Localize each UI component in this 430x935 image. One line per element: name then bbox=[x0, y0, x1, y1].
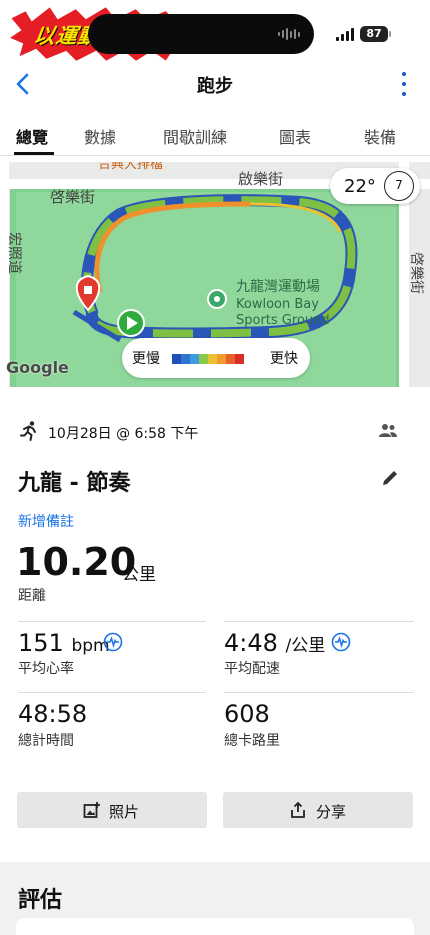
evaluation-section-title: 評估 bbox=[18, 888, 63, 913]
distance-unit: 公里 bbox=[122, 565, 156, 585]
temperature-text: 22° bbox=[344, 176, 376, 197]
tab-bar: 總覽 數據 間歇訓練 圖表 裝備 bbox=[0, 112, 430, 156]
kebab-menu-icon bbox=[402, 72, 406, 76]
running-icon bbox=[20, 421, 36, 441]
avg-heart-rate-label: 平均心率 bbox=[18, 661, 74, 677]
total-calories-value: 608 bbox=[224, 700, 270, 728]
pace-color-swatch bbox=[199, 354, 208, 364]
route-map[interactable]: 啓樂街 啟樂街 合興大排檔 九龍灣運動場 Kowloon Bay Sports … bbox=[0, 162, 430, 387]
legend-faster-label: 更快 bbox=[270, 351, 298, 367]
share-button[interactable]: 分享 bbox=[223, 792, 413, 828]
tab-charts[interactable]: 圖表 bbox=[279, 124, 311, 148]
pace-number: 4:48 bbox=[224, 629, 278, 657]
avg-pace-label: 平均配速 bbox=[224, 661, 280, 677]
battery-icon: 87 bbox=[360, 26, 388, 42]
share-button-label: 分享 bbox=[316, 803, 347, 821]
poi-label-zh: 九龍灣運動場 bbox=[236, 278, 320, 295]
street-label-top: 啟樂街 bbox=[238, 170, 283, 188]
pace-color-swatch bbox=[217, 354, 226, 364]
street-label-top-left: 啓樂街 bbox=[50, 188, 95, 206]
active-tab-indicator bbox=[14, 152, 54, 155]
tab-data[interactable]: 數據 bbox=[84, 124, 116, 148]
total-time-value: 48:58 bbox=[18, 700, 88, 728]
add-note-link[interactable]: 新增備註 bbox=[18, 511, 74, 531]
tab-overview[interactable]: 總覽 bbox=[16, 124, 48, 148]
evaluation-card bbox=[16, 918, 414, 935]
divider bbox=[18, 621, 206, 622]
heart-rate-zone-icon[interactable] bbox=[103, 632, 123, 652]
distance-label: 距離 bbox=[18, 588, 46, 604]
google-attribution-logo: Google bbox=[6, 358, 69, 377]
signal-icon bbox=[336, 28, 354, 41]
legend-slower-label: 更慢 bbox=[132, 351, 160, 367]
dynamic-island bbox=[88, 14, 314, 54]
total-time-label: 總計時間 bbox=[18, 733, 74, 749]
heart-rate-number: 151 bbox=[18, 629, 64, 657]
pace-color-swatch bbox=[190, 354, 199, 364]
distance-value: 10.20 bbox=[16, 540, 137, 584]
tab-gear[interactable]: 裝備 bbox=[364, 124, 396, 148]
more-options-button[interactable] bbox=[398, 72, 410, 96]
weather-badge: 22° 7 bbox=[330, 168, 420, 204]
pace-color-swatch bbox=[226, 354, 235, 364]
audio-wave-icon bbox=[278, 28, 300, 40]
activity-date: 10月28日 @ 6:58 下午 bbox=[48, 426, 199, 442]
add-photo-icon bbox=[83, 802, 100, 818]
poi-label-en2: Sports Ground bbox=[236, 313, 330, 328]
street-label-right: 啓樂街 bbox=[408, 252, 425, 294]
pace-color-swatch bbox=[172, 354, 181, 364]
divider bbox=[18, 692, 206, 693]
pace-unit: /公里 bbox=[285, 636, 326, 656]
total-calories-label: 總卡路里 bbox=[224, 733, 280, 749]
wind-dial-icon: 7 bbox=[384, 171, 414, 201]
photos-button[interactable]: 照片 bbox=[17, 792, 207, 828]
poi-label-top: 合興大排檔 bbox=[98, 162, 163, 172]
pace-color-scale bbox=[172, 354, 244, 364]
pace-color-swatch bbox=[181, 354, 190, 364]
share-icon bbox=[291, 801, 305, 818]
divider bbox=[224, 621, 414, 622]
tab-intervals[interactable]: 間歇訓練 bbox=[163, 124, 227, 148]
pace-zone-icon[interactable] bbox=[331, 632, 351, 652]
people-icon[interactable] bbox=[378, 422, 398, 440]
photos-button-label: 照片 bbox=[109, 803, 140, 821]
page-title: 跑步 bbox=[197, 76, 233, 97]
street-label-left: 宏照道 bbox=[6, 232, 22, 274]
pace-color-swatch bbox=[208, 354, 217, 364]
avg-pace-value: 4:48 /公里 bbox=[224, 629, 325, 657]
divider bbox=[224, 692, 414, 693]
pencil-icon[interactable] bbox=[380, 468, 400, 488]
status-bar: 以運動轉化食糧！ 87 bbox=[0, 0, 430, 64]
battery-tip bbox=[389, 31, 391, 37]
pace-legend: 更慢 更快 bbox=[122, 338, 310, 378]
pace-color-swatch bbox=[235, 354, 244, 364]
app-header: 跑步 bbox=[0, 62, 430, 106]
poi-label-en: Kowloon Bay bbox=[236, 297, 319, 312]
activity-meta-row: 10月28日 @ 6:58 下午 bbox=[18, 420, 418, 444]
avg-heart-rate-value: 151 bpm bbox=[18, 629, 110, 657]
activity-name: 九龍 - 節奏 bbox=[18, 471, 131, 496]
